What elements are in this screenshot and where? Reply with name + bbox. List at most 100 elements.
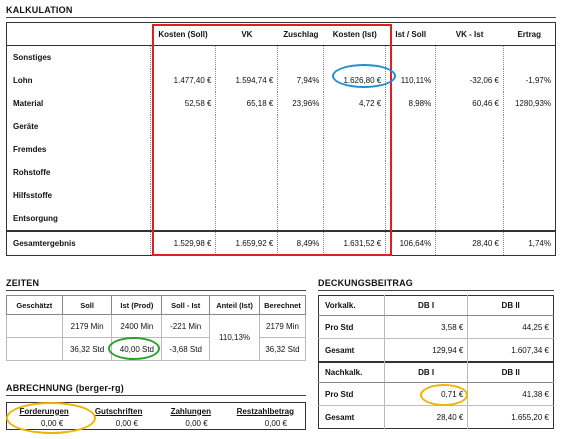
cell-kosten-soll: 1.529,98 € (149, 230, 216, 256)
cell-vk: 1.659,92 € (215, 230, 278, 256)
kalkulation-row: Lohn 1.477,40 €1.594,74 €7,94% 1.626,80 €1… (7, 69, 556, 92)
cell-vk (215, 207, 278, 231)
cell-vk-ist (435, 115, 504, 138)
cell-vk (215, 161, 278, 184)
zeiten-header-row: Geschätzt Soll Ist (Prod) Soll - Ist Ant… (6, 295, 307, 315)
cell-ist-soll: 110,11% (385, 69, 436, 92)
nachkalk-row-gesamt: Gesamt 28,40 € 1.655,20 € (318, 405, 554, 429)
cell-vk-ist (435, 161, 504, 184)
col-header-ertrag[interactable]: Ertrag (503, 22, 556, 46)
cell-vk-ist (435, 207, 504, 231)
nachkalk-gesamt-label: Gesamt (318, 405, 385, 429)
cell-ertrag: 1280,93% (502, 92, 556, 115)
vorkalk-pro-std-db1: 3,58 € (383, 315, 468, 339)
vorkalk-row-gesamt: Gesamt 129,94 € 1.607,34 € (318, 338, 554, 362)
cell-ist-soll (385, 45, 436, 69)
nachkalk-row-pro-std: Pro Std 0,71 € 41,38 € (318, 382, 554, 406)
abrechnung-restzahlbetrag-link[interactable]: Restzahlbetrag (226, 403, 306, 418)
zeiten-rule (6, 290, 306, 291)
cell-ertrag (502, 115, 556, 138)
zeiten-berechnet-std: 36,32 Std (258, 337, 307, 361)
zeiten-geschaetzt-min (6, 314, 63, 338)
col-header-kosten-soll[interactable]: Kosten (Soll) (150, 22, 216, 46)
kalkulation-row: Entsorgung (7, 207, 556, 231)
cell-ist-soll (385, 115, 436, 138)
cell-ertrag: -1,97% (502, 69, 556, 92)
zeiten-header-berechnet: Berechnet (258, 295, 307, 315)
nachkalk-header-row: Nachkalk. DB I DB II (318, 362, 554, 383)
col-header-vk[interactable]: VK (215, 22, 278, 46)
zeiten-soll-std: 36,32 Std (61, 337, 113, 361)
row-label-sonstiges: Sonstiges (13, 53, 52, 62)
kalkulation-row: Fremdes (7, 138, 556, 161)
cell-zuschlag (277, 138, 324, 161)
vorkalk-gesamt-db2: 1.607,34 € (467, 338, 554, 362)
vorkalk-db1-header: DB I (383, 295, 468, 316)
zeiten-ist-min: 2400 Min (111, 314, 163, 338)
abrechnung-title: ABRECHNUNG (berger-rg) (6, 383, 124, 393)
vorkalk-pro-std-label: Pro Std (318, 315, 385, 339)
abrechnung-header-row: Forderungen Gutschriften Zahlungen Restz… (7, 403, 306, 418)
row-label-fremdes: Fremdes (13, 145, 47, 154)
nachkalk-pro-std-db2: 41,38 € (467, 382, 554, 406)
col-header-kosten-ist[interactable]: Kosten (Ist) (323, 22, 386, 46)
row-label-geräte: Geräte (13, 122, 39, 131)
abrechnung-table: Forderungen Gutschriften Zahlungen Restz… (6, 402, 306, 430)
abrechnung-gutschriften-link[interactable]: Gutschriften (81, 403, 156, 418)
abrechnung-forderungen-value: 0,00 € (41, 418, 64, 428)
cell-kosten-soll (149, 45, 216, 69)
cell-zuschlag (277, 115, 324, 138)
cell-ertrag (502, 207, 556, 231)
cell-ist-soll: 8,98% (385, 92, 436, 115)
kalkulation-row: Material 52,58 €65,18 €23,96% 4,72 €8,98% 6… (7, 92, 556, 115)
row-label-entsorgung: Entsorgung (13, 214, 58, 223)
col-header-vk-ist[interactable]: VK - Ist (435, 22, 504, 46)
nachkalk-gesamt-db1: 28,40 € (383, 405, 468, 429)
cell-kosten-ist (323, 115, 386, 138)
cell-kosten-soll (149, 207, 216, 231)
row-label-rohstoffe: Rohstoffe (13, 168, 51, 177)
kalkulation-rule (6, 17, 556, 18)
zeiten-title: ZEITEN (6, 278, 40, 288)
cell-ertrag (502, 161, 556, 184)
deckungsbeitrag-title: DECKUNGSBEITRAG (318, 278, 414, 288)
zeiten-header-soll-ist: Soll - Ist (161, 295, 211, 315)
cell-kosten-soll: 1.477,40 € (149, 69, 216, 92)
cell-kosten-soll (149, 138, 216, 161)
kalkulation-row: Gesamtergebnis 1.529,98 €1.659,92 €8,49% 1… (6, 230, 556, 256)
zeiten-diff-min: -221 Min (161, 314, 211, 338)
cell-vk-ist (435, 45, 504, 69)
cell-zuschlag (277, 184, 324, 207)
cell-vk (215, 184, 278, 207)
kalkulation-row: Rohstoffe (7, 161, 556, 184)
kalkulation-table: Kosten (Soll) VK Zuschlag Kosten (Ist) I… (6, 22, 556, 256)
zeiten-ist-std: 40,00 Std (111, 337, 163, 361)
vorkalk-label: Vorkalk. (318, 295, 385, 316)
vorkalk-gesamt-db1: 129,94 € (383, 338, 468, 362)
cell-kosten-soll (149, 184, 216, 207)
row-label-gesamtergebnis: Gesamtergebnis (6, 230, 151, 256)
abrechnung-zahlungen-link[interactable]: Zahlungen (156, 403, 226, 418)
kalkulation-row: Sonstiges (7, 45, 556, 69)
cell-ist-soll (385, 138, 436, 161)
cell-ist-soll (385, 207, 436, 231)
nachkalk-table: Nachkalk. DB I DB II Pro Std 0,71 € 41,3… (318, 362, 554, 429)
cell-zuschlag: 23,96% (277, 92, 324, 115)
abrechnung-forderungen-link[interactable]: Forderungen (7, 403, 82, 418)
deckungsbeitrag-rule (318, 290, 554, 291)
cell-zuschlag (277, 45, 324, 69)
cell-zuschlag: 7,94% (277, 69, 324, 92)
cell-ist-soll (385, 161, 436, 184)
zeiten-diff-std: -3,68 Std (161, 337, 211, 361)
cell-ertrag (502, 45, 556, 69)
kalkulation-header-row: Kosten (Soll) VK Zuschlag Kosten (Ist) I… (6, 22, 556, 46)
cell-kosten-soll (149, 161, 216, 184)
kalkulation-row: Hilfsstoffe (7, 184, 556, 207)
cell-vk-ist: -32,06 € (435, 69, 504, 92)
col-header-ist-soll[interactable]: Ist / Soll (385, 22, 436, 46)
col-header-zuschlag[interactable]: Zuschlag (277, 22, 324, 46)
cell-vk (215, 138, 278, 161)
cell-ist-soll (385, 184, 436, 207)
cell-kosten-ist: 4,72 € (323, 92, 386, 115)
cell-kosten-ist (323, 161, 386, 184)
